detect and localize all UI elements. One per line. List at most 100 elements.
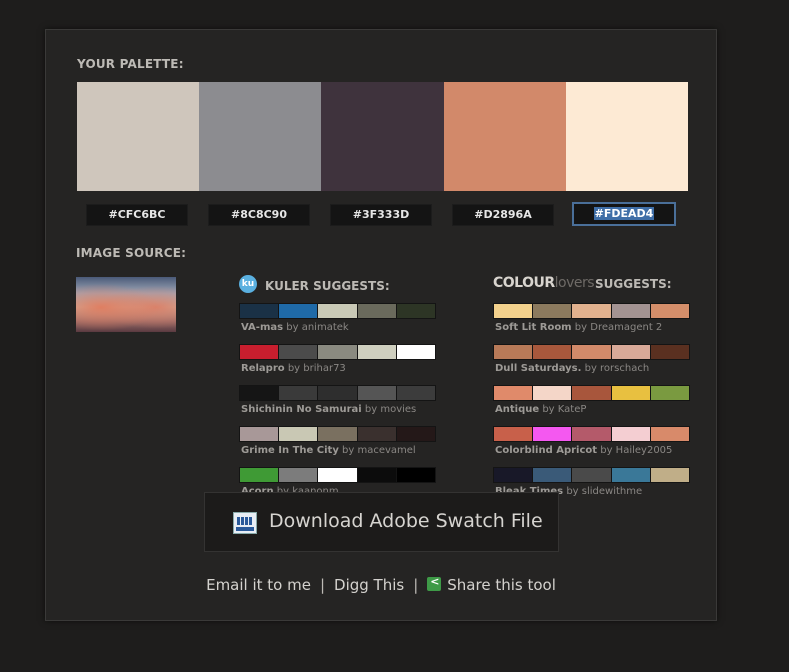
- palette-swatch-1[interactable]: [77, 82, 200, 191]
- palette-swatches: [77, 82, 689, 191]
- palette-swatch-5[interactable]: [565, 82, 689, 191]
- hex-value: #D2896A: [474, 208, 532, 221]
- hex-field-2[interactable]: #8C8C90: [208, 204, 310, 226]
- kuler-header-label: KULER SUGGESTS:: [265, 279, 390, 293]
- hex-field-1[interactable]: #CFC6BC: [86, 204, 188, 226]
- colourlovers-theme-colors[interactable]: [493, 385, 690, 401]
- kuler-theme-author[interactable]: by animatek: [286, 322, 348, 333]
- colourlovers-theme[interactable]: Soft Lit Room by Dreamagent 2: [493, 303, 690, 344]
- download-swatch-button[interactable]: Download Adobe Swatch File: [204, 492, 559, 552]
- hex-field-5[interactable]: #FDEAD4: [572, 202, 676, 226]
- colourlovers-theme-label: Soft Lit Room by Dreamagent 2: [495, 322, 662, 333]
- kuler-theme-color: [279, 386, 319, 400]
- kuler-theme-color: [396, 386, 436, 400]
- colourlovers-theme-color: [494, 304, 534, 318]
- kuler-theme-color: [396, 427, 436, 441]
- kuler-suggestions: ku KULER SUGGESTS: VA-mas by animatek Rel…: [239, 275, 436, 508]
- kuler-theme-colors[interactable]: [239, 344, 436, 360]
- kuler-theme-author[interactable]: by macevamel: [342, 445, 416, 456]
- kuler-theme[interactable]: Shichinin No Samurai by movies: [239, 385, 436, 426]
- kuler-theme-color: [318, 345, 358, 359]
- kuler-theme-colors[interactable]: [239, 385, 436, 401]
- colourlovers-theme-color: [533, 427, 573, 441]
- palette-swatch-2[interactable]: [199, 82, 322, 191]
- colourlovers-theme-name[interactable]: Dull Saturdays.: [495, 363, 581, 374]
- colourlovers-logo[interactable]: COLOURlovers: [493, 275, 595, 291]
- colourlovers-theme-color: [533, 304, 573, 318]
- email-link[interactable]: Email it to me: [206, 576, 311, 594]
- colourlovers-theme-colors[interactable]: [493, 467, 690, 483]
- kuler-theme-color: [279, 468, 319, 482]
- footer-links: Email it to me | Digg This | Share this tool: [46, 575, 716, 594]
- colourlovers-suggestions: COLOURlovers SUGGESTS: Soft Lit Room by …: [493, 275, 690, 508]
- palette-panel: YOUR PALETTE: #CFC6BC #8C8C90 #3F333D #D…: [45, 29, 717, 621]
- colourlovers-theme-author[interactable]: by Hailey2005: [600, 445, 672, 456]
- colourlovers-theme-color: [650, 468, 690, 482]
- kuler-theme-colors[interactable]: [239, 467, 436, 483]
- colourlovers-theme[interactable]: Colorblind Apricot by Hailey2005: [493, 426, 690, 467]
- share-link[interactable]: Share this tool: [427, 575, 556, 594]
- kuler-theme-name[interactable]: Relapro: [241, 363, 285, 374]
- colourlovers-theme-color: [572, 345, 612, 359]
- digg-link[interactable]: Digg This: [334, 576, 404, 594]
- hex-value: #3F333D: [352, 208, 410, 221]
- hex-value: #CFC6BC: [108, 208, 166, 221]
- kuler-theme-color: [240, 304, 280, 318]
- colourlovers-theme-author[interactable]: by KateP: [542, 404, 586, 415]
- colourlovers-theme-author[interactable]: by rorschach: [585, 363, 650, 374]
- colourlovers-theme-color: [650, 386, 690, 400]
- hex-codes: #CFC6BC #8C8C90 #3F333D #D2896A #FDEAD4: [86, 202, 679, 226]
- kuler-icon: ku: [239, 275, 257, 293]
- palette-swatch-3[interactable]: [321, 82, 444, 191]
- colourlovers-theme-color: [650, 427, 690, 441]
- kuler-theme-name[interactable]: VA-mas: [241, 322, 283, 333]
- kuler-theme-color: [357, 386, 397, 400]
- colourlovers-theme-color: [611, 468, 651, 482]
- kuler-header: ku KULER SUGGESTS:: [239, 275, 434, 297]
- kuler-theme-label: VA-mas by animatek: [241, 322, 349, 333]
- colourlovers-theme-list: Soft Lit Room by Dreamagent 2 Dull Saturd…: [493, 303, 690, 508]
- colourlovers-theme-color: [494, 468, 534, 482]
- kuler-theme-name[interactable]: Shichinin No Samurai: [241, 404, 362, 415]
- kuler-theme-author[interactable]: by movies: [365, 404, 416, 415]
- colourlovers-theme-author[interactable]: by Dreamagent 2: [575, 322, 663, 333]
- kuler-theme-color: [240, 345, 280, 359]
- colourlovers-theme-name[interactable]: Colorblind Apricot: [495, 445, 597, 456]
- colourlovers-theme-color: [611, 427, 651, 441]
- colourlovers-theme-label: Dull Saturdays. by rorschach: [495, 363, 649, 374]
- kuler-theme[interactable]: Relapro by brihar73: [239, 344, 436, 385]
- colourlovers-theme-color: [494, 345, 534, 359]
- kuler-theme-color: [318, 468, 358, 482]
- kuler-theme[interactable]: Grime In The City by macevamel: [239, 426, 436, 467]
- kuler-theme-list: VA-mas by animatek Relapro by brihar73 Shi…: [239, 303, 436, 508]
- share-label: Share this tool: [447, 576, 556, 594]
- colourlovers-theme-colors[interactable]: [493, 426, 690, 442]
- colourlovers-theme-name[interactable]: Soft Lit Room: [495, 322, 572, 333]
- colourlovers-theme-color: [611, 304, 651, 318]
- colourlovers-theme-colors[interactable]: [493, 344, 690, 360]
- colourlovers-theme-name[interactable]: Antique: [495, 404, 539, 415]
- kuler-theme-color: [240, 468, 280, 482]
- kuler-theme-colors[interactable]: [239, 303, 436, 319]
- colourlovers-theme-label: Antique by KateP: [495, 404, 586, 415]
- hex-field-3[interactable]: #3F333D: [330, 204, 432, 226]
- image-source-thumbnail[interactable]: [76, 277, 176, 332]
- download-label: Download Adobe Swatch File: [269, 510, 543, 532]
- kuler-theme-colors[interactable]: [239, 426, 436, 442]
- colourlovers-theme[interactable]: Antique by KateP: [493, 385, 690, 426]
- hex-value: #8C8C90: [231, 208, 287, 221]
- colourlovers-theme-colors[interactable]: [493, 303, 690, 319]
- colourlovers-theme-color: [611, 345, 651, 359]
- kuler-theme[interactable]: VA-mas by animatek: [239, 303, 436, 344]
- colourlovers-theme-color: [611, 386, 651, 400]
- colourlovers-theme-author[interactable]: by slidewithme: [566, 486, 642, 497]
- your-palette-label: YOUR PALETTE:: [77, 57, 184, 71]
- kuler-theme-author[interactable]: by brihar73: [288, 363, 346, 374]
- colourlovers-theme[interactable]: Dull Saturdays. by rorschach: [493, 344, 690, 385]
- hex-field-4[interactable]: #D2896A: [452, 204, 554, 226]
- kuler-theme-color: [318, 386, 358, 400]
- swatch-file-icon: [233, 512, 257, 534]
- kuler-theme-color: [318, 304, 358, 318]
- kuler-theme-name[interactable]: Grime In The City: [241, 445, 339, 456]
- palette-swatch-4[interactable]: [443, 82, 566, 191]
